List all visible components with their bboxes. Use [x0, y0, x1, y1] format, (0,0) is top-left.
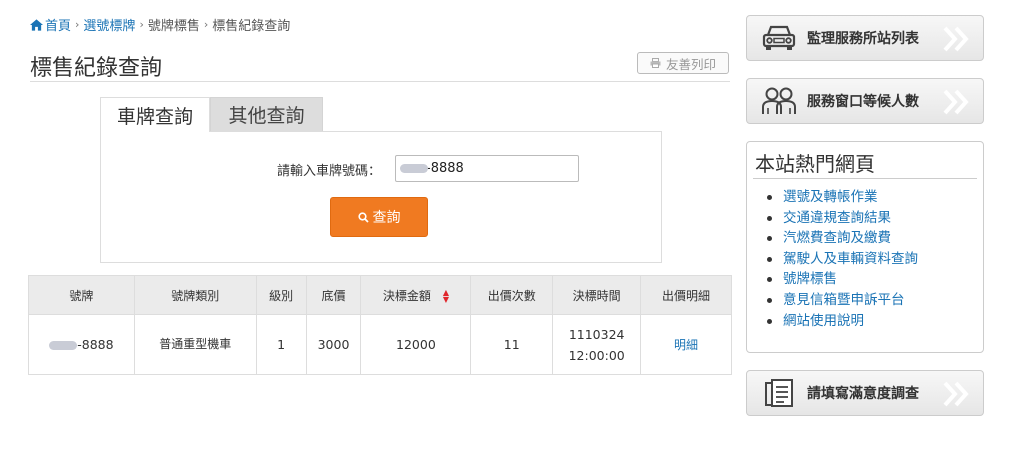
- hot-link-feedback[interactable]: 意見信箱暨申訴平台: [767, 290, 918, 311]
- column-header-bid-count: 出價次數: [470, 275, 554, 315]
- breadcrumb-separator: ›: [203, 18, 209, 31]
- breadcrumb-separator: ›: [139, 18, 144, 31]
- double-chevron-right-icon: [943, 89, 969, 115]
- breadcrumb-current: 標售紀錄查詢: [212, 19, 291, 34]
- double-chevron-right-icon: [943, 26, 969, 52]
- plate-input-label: 請輸入車牌號碼：: [277, 164, 382, 179]
- survey-label: 請填寫滿意度調查: [807, 386, 919, 402]
- print-button-label: 友善列印: [665, 56, 716, 72]
- cell-award-time: 1110324 12:00:00: [552, 314, 642, 375]
- car-icon: [759, 22, 799, 54]
- cell-bid-detail: 明細: [640, 314, 732, 375]
- window-waiting-button[interactable]: 服務窗口等候人數: [746, 78, 984, 124]
- breadcrumb-level2: 號牌標售: [147, 19, 200, 34]
- people-icon: [759, 85, 799, 117]
- window-waiting-label: 服務窗口等候人數: [807, 94, 919, 110]
- breadcrumb: 首頁 › 選號標牌 › 號牌標售 › 標售紀錄查詢: [30, 15, 290, 34]
- column-header-level: 級別: [255, 275, 307, 315]
- column-header-final-price[interactable]: 決標金額 ▲ ▼: [360, 275, 472, 315]
- column-header-plate: 號牌: [28, 275, 135, 315]
- search-button-label: 查詢: [372, 210, 401, 226]
- printer-icon: [650, 58, 661, 68]
- column-header-final-price-label: 決標金額: [382, 288, 431, 303]
- hot-link-site-guide[interactable]: 網站使用說明: [767, 311, 918, 332]
- bid-detail-link[interactable]: 明細: [674, 338, 698, 352]
- stations-list-button[interactable]: 監理服務所站列表: [746, 15, 984, 61]
- table-header-row: 號牌 號牌類別 級別 底價 決標金額 ▲ ▼ 出價次數 決標時間 出價明細: [28, 275, 732, 315]
- hot-link-traffic-violation[interactable]: 交通違規查詢結果: [767, 208, 918, 229]
- cell-level: 1: [255, 314, 307, 375]
- hot-link-plate-auction[interactable]: 號牌標售: [767, 269, 918, 290]
- redacted-plate-prefix: [49, 341, 78, 350]
- cell-plate: -8888: [28, 314, 135, 375]
- breadcrumb-home-link[interactable]: 首頁: [45, 15, 71, 34]
- tab-plate-search[interactable]: 車牌查詢: [100, 97, 210, 132]
- cell-bid-count: 11: [470, 314, 554, 375]
- hot-pages-divider: [753, 178, 977, 179]
- redacted-plate-prefix: [400, 164, 428, 173]
- column-header-base-price: 底價: [305, 275, 362, 315]
- home-icon: [30, 18, 43, 31]
- hot-pages-list: 選號及轉帳作業 交通違規查詢結果 汽燃費查詢及繳費 駕駛人及車輛資料查詢 號牌標…: [767, 187, 918, 331]
- cell-category: 普通重型機車: [133, 314, 257, 375]
- search-icon: [357, 211, 369, 223]
- document-icon: [759, 377, 799, 409]
- table-row: -8888 普通重型機車 1 3000 12000 11 1110324 12:…: [28, 314, 732, 375]
- hot-pages-title: 本站熱門網頁: [755, 152, 875, 176]
- breadcrumb-separator: ›: [75, 18, 80, 31]
- column-header-category: 號牌類別: [133, 275, 257, 315]
- hot-link-driver-vehicle[interactable]: 駕駛人及車輛資料查詢: [767, 249, 918, 270]
- hot-link-number-selection[interactable]: 選號及轉帳作業: [767, 187, 918, 208]
- tab-other-search[interactable]: 其他查詢: [210, 97, 323, 131]
- cell-award-date: 1110324: [568, 326, 625, 342]
- survey-button[interactable]: 請填寫滿意度調查: [746, 370, 984, 416]
- stations-list-label: 監理服務所站列表: [807, 31, 919, 47]
- sort-icon: ▲ ▼: [442, 288, 449, 304]
- cell-award-clock: 12:00:00: [568, 347, 625, 363]
- cell-base-price: 3000: [305, 314, 362, 375]
- cell-plate-value: -8888: [77, 337, 114, 352]
- print-button[interactable]: 友善列印: [637, 52, 729, 74]
- search-button[interactable]: 查詢: [330, 197, 428, 237]
- double-chevron-right-icon: [943, 381, 969, 407]
- breadcrumb-level1-link[interactable]: 選號標牌: [83, 15, 135, 34]
- title-divider: [30, 81, 730, 82]
- hot-pages-panel: 本站熱門網頁 選號及轉帳作業 交通違規查詢結果 汽燃費查詢及繳費 駕駛人及車輛資…: [746, 141, 984, 353]
- column-header-award-time: 決標時間: [552, 275, 642, 315]
- page-title: 標售紀錄查詢: [30, 56, 163, 81]
- cell-final-price: 12000: [360, 314, 472, 375]
- hot-link-fuel-fee[interactable]: 汽燃費查詢及繳費: [767, 228, 918, 249]
- column-header-bid-detail: 出價明細: [640, 275, 732, 315]
- results-table: 號牌 號牌類別 級別 底價 決標金額 ▲ ▼ 出價次數 決標時間 出價明細 -888…: [28, 275, 732, 375]
